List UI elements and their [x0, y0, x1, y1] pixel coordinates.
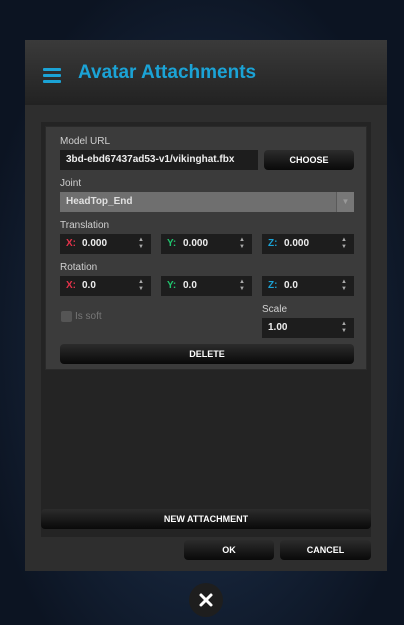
y-axis-label: Y: — [167, 280, 177, 291]
model-url-field[interactable]: 3bd-ebd67437ad53-v1/vikinghat.fbx — [60, 150, 258, 170]
translation-x-value: 0.000 — [82, 238, 108, 249]
scale-spinbox[interactable]: 1.00 ▲ ▼ — [262, 318, 354, 338]
spin-arrows-icon[interactable]: ▲ ▼ — [238, 279, 246, 293]
y-axis-label: Y: — [167, 238, 177, 249]
joint-value: HeadTop_End — [66, 196, 133, 207]
is-soft-label: Is soft — [75, 311, 102, 322]
spin-arrows-icon[interactable]: ▲ ▼ — [137, 279, 145, 293]
translation-z-value: 0.000 — [284, 238, 310, 249]
scale-value: 1.00 — [268, 322, 288, 333]
translation-label: Translation — [60, 220, 110, 231]
spin-arrows-icon[interactable]: ▲ ▼ — [137, 237, 145, 251]
spin-arrows-icon[interactable]: ▲ ▼ — [340, 321, 348, 335]
scale-label: Scale — [262, 304, 288, 315]
ok-button[interactable]: OK — [184, 540, 274, 560]
joint-select[interactable]: HeadTop_End ▼ — [60, 192, 354, 212]
dialog-title: Avatar Attachments — [78, 62, 257, 83]
model-url-label: Model URL — [60, 136, 111, 147]
attachment-item: Model URL 3bd-ebd67437ad53-v1/vikinghat.… — [45, 126, 367, 370]
spin-arrows-icon[interactable]: ▲ ▼ — [340, 237, 348, 251]
x-axis-label: X: — [66, 280, 76, 291]
translation-y-value: 0.000 — [183, 238, 209, 249]
translation-y-spinbox[interactable]: Y: 0.000 ▲ ▼ — [161, 234, 252, 254]
spin-arrows-icon[interactable]: ▲ ▼ — [340, 279, 348, 293]
rotation-x-value: 0.0 — [82, 280, 96, 291]
avatar-attachments-dialog: Avatar Attachments Model URL 3bd-ebd6743… — [25, 40, 387, 571]
joint-label: Joint — [60, 178, 82, 189]
rotation-x-spinbox[interactable]: X: 0.0 ▲ ▼ — [60, 276, 151, 296]
spin-arrows-icon[interactable]: ▲ ▼ — [238, 237, 246, 251]
rotation-y-value: 0.0 — [183, 280, 197, 291]
close-button[interactable] — [189, 583, 223, 617]
rotation-y-spinbox[interactable]: Y: 0.0 ▲ ▼ — [161, 276, 252, 296]
rotation-label: Rotation — [60, 262, 98, 273]
choose-button[interactable]: CHOOSE — [264, 150, 354, 170]
cancel-button[interactable]: CANCEL — [280, 540, 371, 560]
delete-button[interactable]: DELETE — [60, 344, 354, 364]
translation-z-spinbox[interactable]: Z: 0.000 ▲ ▼ — [262, 234, 354, 254]
close-icon — [199, 593, 213, 607]
dialog-header: Avatar Attachments — [25, 40, 387, 105]
chevron-down-icon[interactable]: ▼ — [336, 192, 354, 212]
x-axis-label: X: — [66, 238, 76, 249]
is-soft-checkbox[interactable] — [61, 311, 72, 322]
rotation-z-value: 0.0 — [284, 280, 298, 291]
menu-icon[interactable] — [43, 68, 61, 83]
z-axis-label: Z: — [268, 238, 278, 249]
attachments-list[interactable]: Model URL 3bd-ebd67437ad53-v1/vikinghat.… — [41, 122, 371, 537]
rotation-z-spinbox[interactable]: Z: 0.0 ▲ ▼ — [262, 276, 354, 296]
z-axis-label: Z: — [268, 280, 278, 291]
new-attachment-button[interactable]: NEW ATTACHMENT — [41, 509, 371, 529]
translation-x-spinbox[interactable]: X: 0.000 ▲ ▼ — [60, 234, 151, 254]
